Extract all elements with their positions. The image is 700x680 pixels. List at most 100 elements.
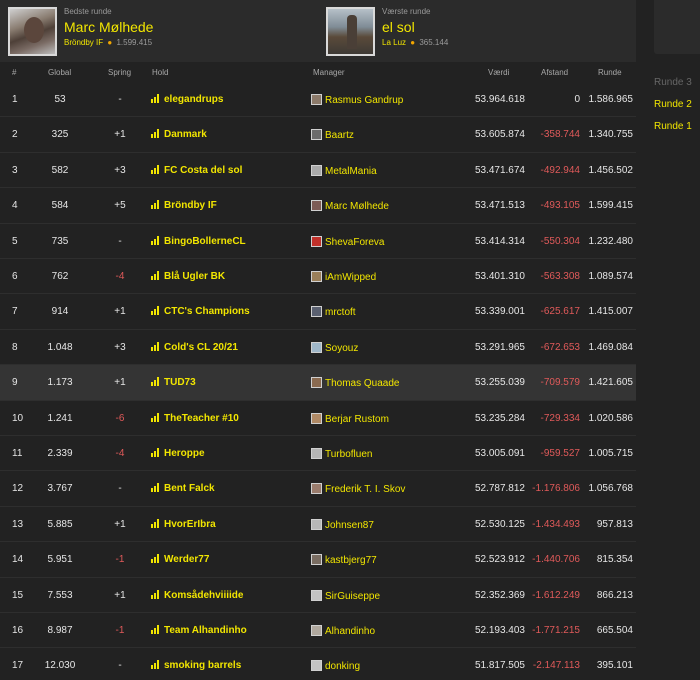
manager-link[interactable]: ShevaForeva — [311, 235, 384, 248]
distance-cell: -1.440.706 — [532, 554, 580, 566]
value-cell: 53.414.314 — [474, 235, 525, 247]
team-link[interactable]: Bent Falck — [151, 483, 215, 494]
table-row[interactable]: 10 1.241 -6 TheTeacher #10 Berjar Rustom 53.2… — [0, 401, 636, 436]
stats-icon — [151, 306, 161, 316]
best-round-manager[interactable]: Marc Mølhede — [64, 19, 153, 35]
team-link[interactable]: elegandrups — [151, 94, 223, 105]
manager-link[interactable]: Alhandinho — [311, 625, 375, 637]
table-row[interactable]: 3 582 +3 FC Costa del sol MetalMania 53.471.6… — [0, 153, 636, 189]
stats-icon — [151, 271, 161, 280]
stats-icon — [151, 164, 161, 174]
table-row[interactable]: 16 8.987 -1 Team Alhandinho Alhandinho 52.193… — [0, 613, 636, 649]
table-row[interactable]: 2 325 +1 Danmark Baartz 53.605.874 -358.744 1.3… — [0, 117, 636, 153]
best-round-team[interactable]: Bröndby IF — [64, 38, 103, 47]
team-link[interactable]: FC Costa del sol — [151, 164, 242, 176]
round-points-cell: 1.056.768 — [588, 483, 634, 495]
distance-cell: -358.744 — [540, 129, 580, 141]
team-link[interactable]: Bröndby IF — [151, 200, 217, 211]
manager-link[interactable]: Baartz — [311, 129, 354, 141]
round-1-link[interactable]: Runde 1 — [654, 120, 692, 142]
stats-icon — [151, 94, 161, 103]
distance-cell: -729.334 — [540, 412, 580, 424]
manager-link[interactable]: Rasmus Gandrup — [311, 94, 403, 106]
table-row[interactable]: 15 7.553 +1 Komsådehviiiide SirGuiseppe 52.35… — [0, 578, 636, 613]
table-row[interactable]: 1 53 - elegandrups Rasmus Gandrup 53.964.618 0… — [0, 82, 636, 118]
manager-link[interactable]: MetalMania — [311, 164, 377, 177]
value-cell: 53.005.091 — [474, 448, 525, 459]
manager-link[interactable]: Turbofluen — [311, 448, 372, 460]
team-link[interactable]: TUD73 — [151, 377, 196, 388]
table-row[interactable]: 11 2.339 -4 Heroppe Turbofluen 53.005.091 -959… — [0, 436, 636, 472]
team-link[interactable]: Komsådehviiiide — [151, 589, 243, 601]
worst-round-card[interactable]: Værste runde el sol La Luz ● 365.144 — [322, 4, 634, 58]
best-round-card[interactable]: Bedste runde Marc Mølhede Bröndby IF ● 1… — [4, 4, 316, 58]
rank-cell: 16 — [12, 625, 24, 636]
manager-link[interactable]: Thomas Quaade — [311, 377, 400, 389]
team-link[interactable]: Blå Ugler BK — [151, 271, 225, 282]
stats-icon — [151, 377, 161, 387]
table-row[interactable]: 9 1.173 +1 TUD73 Thomas Quaade 53.255.039 -709… — [0, 365, 636, 401]
header-spring[interactable]: Spring — [108, 68, 131, 77]
round-2-link[interactable]: Runde 2 — [654, 98, 692, 120]
distance-cell: -709.579 — [540, 377, 580, 389]
manager-link[interactable]: Marc Mølhede — [311, 200, 389, 212]
table-row[interactable]: 6 762 -4 Blå Ugler BK iAmWipped 53.401.310 -56… — [0, 259, 636, 295]
header-value[interactable]: Værdi — [488, 68, 509, 77]
header-distance[interactable]: Afstand — [541, 68, 568, 77]
distance-cell: -959.527 — [540, 448, 580, 459]
manager-link[interactable]: SirGuiseppe — [311, 589, 380, 602]
table-row[interactable]: 17 12.030 - smoking barrels donking 51.817.50… — [0, 648, 636, 680]
manager-link[interactable]: donking — [311, 660, 360, 672]
rank-cell: 1 — [12, 94, 18, 105]
manager-link[interactable]: Frederik T. I. Skov — [311, 483, 405, 495]
team-link[interactable]: Team Alhandinho — [151, 625, 247, 636]
team-link[interactable]: Heroppe — [151, 448, 205, 459]
manager-avatar-icon — [311, 660, 322, 672]
table-row[interactable]: 4 584 +5 Bröndby IF Marc Mølhede 53.471.513 -4… — [0, 188, 636, 224]
header-rank[interactable]: # — [12, 68, 16, 77]
table-row[interactable]: 13 5.885 +1 HvorErIbra Johnsen87 52.530.125 -1… — [0, 507, 636, 543]
value-cell: 52.523.912 — [474, 554, 525, 566]
stats-icon — [151, 129, 161, 139]
header-round[interactable]: Runde — [598, 68, 622, 77]
manager-link[interactable]: iAmWipped — [311, 271, 376, 283]
round-points-cell: 1.586.965 — [588, 94, 634, 105]
manager-name: kastbjerg77 — [325, 555, 377, 567]
manager-link[interactable]: Berjar Rustom — [311, 412, 389, 425]
distance-cell: 0 — [574, 94, 580, 105]
rank-cell: 14 — [12, 554, 24, 566]
manager-link[interactable]: mrctoft — [311, 306, 356, 318]
table-row[interactable]: 14 5.951 -1 Werder77 kastbjerg77 52.523.912 -1… — [0, 542, 636, 578]
team-link[interactable]: Danmark — [151, 129, 207, 140]
team-name: Blå Ugler BK — [164, 271, 226, 282]
rank-cell: 12 — [12, 483, 24, 495]
team-link[interactable]: TheTeacher #10 — [151, 412, 239, 424]
rank-cell: 2 — [12, 129, 18, 141]
team-link[interactable]: CTC's Champions — [151, 306, 250, 317]
team-link[interactable]: smoking barrels — [151, 660, 241, 671]
round-3-link[interactable]: Runde 3 — [654, 76, 692, 98]
table-row[interactable]: 7 914 +1 CTC's Champions mrctoft 53.339.001 -6… — [0, 294, 636, 330]
header-manager[interactable]: Manager — [313, 68, 345, 77]
value-cell: 52.787.812 — [474, 483, 525, 495]
manager-link[interactable]: Soyouz — [311, 341, 358, 354]
dot-icon: ● — [410, 38, 416, 47]
header-global[interactable]: Global — [48, 68, 71, 77]
team-link[interactable]: HvorErIbra — [151, 518, 216, 530]
value-cell: 53.291.965 — [474, 341, 525, 353]
team-link[interactable]: BingoBollerneCL — [151, 235, 246, 247]
value-cell: 52.530.125 — [474, 518, 525, 530]
header-team[interactable]: Hold — [152, 68, 168, 77]
worst-round-team[interactable]: La Luz — [382, 38, 406, 47]
manager-link[interactable]: Johnsen87 — [311, 518, 374, 531]
manager-name: Berjar Rustom — [325, 413, 389, 425]
table-row[interactable]: 12 3.767 - Bent Falck Frederik T. I. Skov 52.… — [0, 471, 636, 507]
worst-round-manager[interactable]: el sol — [382, 19, 415, 35]
manager-name: MetalMania — [325, 165, 377, 177]
table-row[interactable]: 8 1.048 +3 Cold's CL 20/21 Soyouz 53.291.965 -… — [0, 330, 636, 366]
manager-link[interactable]: kastbjerg77 — [311, 554, 377, 566]
team-link[interactable]: Werder77 — [151, 554, 209, 565]
global-rank-cell: 12.030 — [44, 660, 76, 672]
table-row[interactable]: 5 735 - BingoBollerneCL ShevaForeva 53.414.31… — [0, 224, 636, 259]
team-link[interactable]: Cold's CL 20/21 — [151, 341, 238, 353]
